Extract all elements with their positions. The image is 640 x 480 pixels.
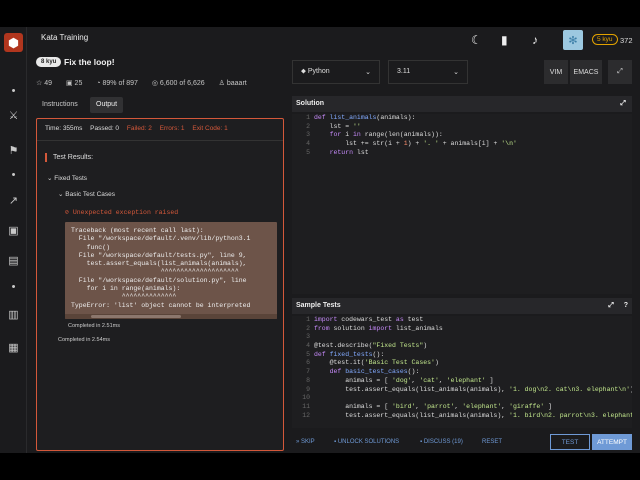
completed-outer: Completed in 2.54ms [58, 337, 110, 343]
bookmarks-stat: ▣ 25 [65, 80, 83, 87]
output-panel: Time: 355ms Passed: 0 Failed: 2 Errors: … [36, 118, 284, 451]
sample-tests-code: import codewars_test as test from soluti… [314, 316, 632, 419]
skip-button[interactable]: » SKIP [296, 439, 315, 445]
failed-stat: Failed: 2 [126, 125, 152, 132]
page-breadcrumb: Kata Training [41, 33, 89, 42]
version-select[interactable]: 3.11 ⌄ [388, 60, 468, 84]
bell-icon[interactable]: ♪ [532, 33, 538, 47]
line-numbers: 1 2 3 4 5 6 7 8 9 10 11 12 [302, 316, 310, 419]
reset-button[interactable]: RESET [482, 439, 502, 445]
solution-editor[interactable]: 12345 def list_animals(animals): lst = '… [292, 114, 632, 294]
solution-header: Solution ⤢ [292, 96, 632, 112]
tab-instructions[interactable]: Instructions [36, 97, 84, 113]
avatar[interactable]: ✻ [563, 30, 583, 50]
dot-icon: • [11, 84, 16, 97]
docs-icon[interactable]: ▥ [6, 307, 21, 322]
emacs-button[interactable]: EMACS [570, 60, 602, 84]
trend-icon[interactable]: ↗ [6, 193, 21, 208]
comment-icon: ▪ [420, 439, 423, 445]
bookmark-icon[interactable]: ▮ [501, 33, 508, 47]
kata-title[interactable]: Fix the loop! [64, 57, 115, 67]
action-bar: » SKIP ▪ UNLOCK SOLUTIONS ▪ DISCUSS (19)… [292, 433, 632, 453]
dot-icon: • [11, 280, 16, 293]
left-sidebar: ⬢ • ⚔ ⚑ • ↗ ▣ ▤ • ▥ ▦ [0, 27, 27, 453]
horizontal-scrollbar[interactable] [65, 314, 277, 319]
practice-icon[interactable]: ⚔ [6, 108, 21, 123]
completed-inner: Completed in 2.51ms [68, 323, 120, 329]
app-window: ⬢ • ⚔ ⚑ • ↗ ▣ ▤ • ▥ ▦ Kata Training ☾ ▮ … [0, 27, 640, 453]
kyu-badge: 8 kyu [36, 57, 62, 67]
votes-stat: ☆ 49 [36, 80, 53, 87]
basic-test-cases-group[interactable]: ⌄ Basic Test Cases [58, 190, 115, 198]
author-stat: ♙ baaart [218, 80, 247, 87]
discuss-icon[interactable]: ▤ [6, 253, 21, 268]
lock-icon: ▪ [334, 439, 337, 445]
rank-badge: 5 kyu [592, 34, 618, 45]
chevron-down-icon: ⌄ [58, 191, 64, 198]
results-heading: Test Results: [45, 153, 93, 162]
chat-icon[interactable]: ▣ [6, 223, 21, 238]
dojo-icon[interactable]: ⚑ [6, 143, 21, 158]
traceback-block[interactable]: Traceback (most recent call last): File … [65, 222, 277, 319]
time-stat: Time: 355ms [45, 125, 83, 132]
error-icon: ⊘ [65, 209, 69, 216]
kata-stats: ☆ 49 ▣ 25 ◔ 89% of 897 ◎ 6,600 of 6,626 … [36, 79, 259, 87]
satisfaction-stat: ◔ 89% of 897 [96, 80, 138, 87]
fullscreen-icon[interactable]: ⤢ [608, 60, 632, 84]
moon-icon[interactable]: ☾ [471, 33, 482, 47]
expand-icon: ⤢ [608, 302, 614, 309]
vim-button[interactable]: VIM [544, 60, 568, 84]
result-summary: Time: 355ms Passed: 0 Failed: 2 Errors: … [37, 119, 283, 141]
news-icon[interactable]: ▦ [6, 340, 21, 355]
line-numbers: 12345 [306, 114, 310, 156]
unlock-solutions-button[interactable]: ▪ UNLOCK SOLUTIONS [334, 439, 399, 445]
expand-icon: ⤢ [620, 100, 626, 107]
exit-code: Exit Code: 1 [192, 125, 228, 132]
language-select[interactable]: ⬥ Python ⌄ [292, 60, 380, 84]
chevron-down-icon: ⌄ [47, 175, 53, 182]
passed-stat: Passed: 0 [90, 125, 120, 132]
attempt-button[interactable]: ATTEMPT [592, 434, 632, 450]
test-button[interactable]: TEST [550, 434, 590, 450]
chevron-down-icon: ⌄ [365, 69, 371, 76]
error-message: ⊘ Unexpected exception raised [65, 209, 179, 216]
chevron-down-icon: ⌄ [453, 69, 459, 76]
fixed-tests-group[interactable]: ⌄ Fixed Tests [47, 174, 87, 182]
honor-count: 372 [620, 36, 633, 45]
tab-output[interactable]: Output [90, 97, 124, 113]
top-bar: Kata Training ☾ ▮ ♪ ✻ 5 kyu 372 [27, 27, 640, 56]
dot-icon: • [11, 168, 16, 181]
sample-tests-header: Sample Tests ⤢? [292, 298, 632, 314]
help-icon: ? [623, 302, 628, 309]
python-icon: ⬥ [301, 68, 306, 75]
codewars-logo[interactable]: ⬢ [4, 33, 23, 52]
discuss-button[interactable]: ▪ DISCUSS (19) [420, 439, 463, 445]
completions-stat: ◎ 6,600 of 6,626 [151, 80, 205, 87]
solution-code: def list_animals(animals): lst = '' for … [314, 114, 517, 156]
errors-stat: Errors: 1 [159, 125, 185, 132]
sample-tests-editor[interactable]: 1 2 3 4 5 6 7 8 9 10 11 12 import codewars_test as … [292, 316, 632, 428]
